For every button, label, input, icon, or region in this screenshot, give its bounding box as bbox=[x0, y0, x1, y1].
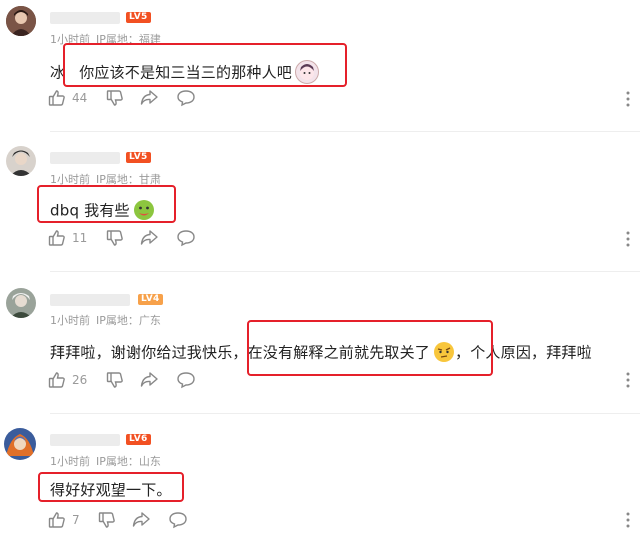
like-count: 11 bbox=[72, 231, 88, 245]
share-icon bbox=[140, 371, 158, 389]
dislike-button[interactable] bbox=[106, 370, 124, 390]
dislike-button[interactable] bbox=[106, 88, 124, 108]
like-button[interactable]: 7 bbox=[48, 510, 80, 530]
more-icon[interactable] bbox=[626, 231, 630, 247]
comment-meta: 1小时前 IP属地：山东 bbox=[50, 453, 161, 469]
share-icon bbox=[132, 511, 150, 529]
reply-button[interactable] bbox=[176, 228, 196, 248]
username-redacted[interactable] bbox=[50, 12, 120, 24]
comment-icon bbox=[176, 89, 196, 107]
comment-ip: IP属地：山东 bbox=[96, 455, 161, 468]
more-icon[interactable] bbox=[626, 372, 630, 388]
username-redacted[interactable] bbox=[50, 294, 130, 306]
share-icon bbox=[140, 89, 158, 107]
comment-4: LV6 1小时前 IP属地：山东 得好好观望一下。 7 bbox=[0, 420, 640, 550]
comment-2: LV5 1小时前 IP属地：甘肃 dbq 我有些 11 bbox=[0, 138, 640, 263]
comment-icon bbox=[176, 229, 196, 247]
share-icon bbox=[140, 229, 158, 247]
highlight-box bbox=[247, 320, 493, 376]
divider bbox=[50, 131, 640, 132]
highlight-box bbox=[38, 472, 184, 502]
divider bbox=[50, 413, 640, 414]
comment-icon bbox=[168, 511, 188, 529]
username-redacted[interactable] bbox=[50, 152, 120, 164]
divider bbox=[50, 271, 640, 272]
more-icon[interactable] bbox=[626, 512, 630, 528]
level-badge: LV5 bbox=[126, 152, 151, 163]
like-button[interactable]: 26 bbox=[48, 370, 87, 390]
share-button[interactable] bbox=[140, 88, 158, 108]
comment-icon bbox=[176, 371, 196, 389]
highlight-box bbox=[37, 185, 176, 223]
avatar[interactable] bbox=[6, 146, 36, 176]
highlight-box bbox=[63, 43, 347, 87]
comment-3: LV4 1小时前 IP属地：广东 拜拜啦，谢谢你给过我快乐，在没有解释之前就先取关… bbox=[0, 278, 640, 403]
dislike-button[interactable] bbox=[106, 228, 124, 248]
like-count: 26 bbox=[72, 373, 88, 387]
like-count: 44 bbox=[72, 91, 88, 105]
username-redacted[interactable] bbox=[50, 434, 120, 446]
level-badge: LV6 bbox=[126, 434, 151, 445]
dislike-button[interactable] bbox=[98, 510, 116, 530]
thumbs-down-icon bbox=[106, 89, 124, 107]
comment-ip: IP属地：广东 bbox=[96, 314, 161, 327]
avatar[interactable] bbox=[6, 6, 36, 36]
reply-button[interactable] bbox=[176, 88, 196, 108]
thumbs-up-icon bbox=[48, 89, 66, 107]
thumbs-down-icon bbox=[98, 511, 116, 529]
comment-1: LV5 1小时前 IP属地：福建 冰你应该不是知三当三的那种人吧 44 bbox=[0, 0, 640, 125]
like-count: 7 bbox=[72, 513, 80, 527]
thumbs-down-icon bbox=[106, 229, 124, 247]
thumbs-up-icon bbox=[48, 511, 66, 529]
share-button[interactable] bbox=[140, 228, 158, 248]
avatar[interactable] bbox=[4, 428, 36, 460]
avatar[interactable] bbox=[6, 288, 36, 318]
comment-time: 1小时前 bbox=[50, 314, 90, 327]
level-badge: LV4 bbox=[138, 294, 163, 305]
thumbs-down-icon bbox=[106, 371, 124, 389]
more-icon[interactable] bbox=[626, 91, 630, 107]
thumbs-up-icon bbox=[48, 229, 66, 247]
level-badge: LV5 bbox=[126, 12, 151, 23]
comment-meta: 1小时前 IP属地：广东 bbox=[50, 312, 161, 328]
like-button[interactable]: 44 bbox=[48, 88, 87, 108]
share-button[interactable] bbox=[132, 510, 150, 530]
share-button[interactable] bbox=[140, 370, 158, 390]
comment-time: 1小时前 bbox=[50, 455, 90, 468]
reply-button[interactable] bbox=[168, 510, 188, 530]
like-button[interactable]: 11 bbox=[48, 228, 87, 248]
comment-text-before: 拜拜啦，谢谢你给过我快乐， bbox=[50, 343, 248, 362]
thumbs-up-icon bbox=[48, 371, 66, 389]
reply-button[interactable] bbox=[176, 370, 196, 390]
